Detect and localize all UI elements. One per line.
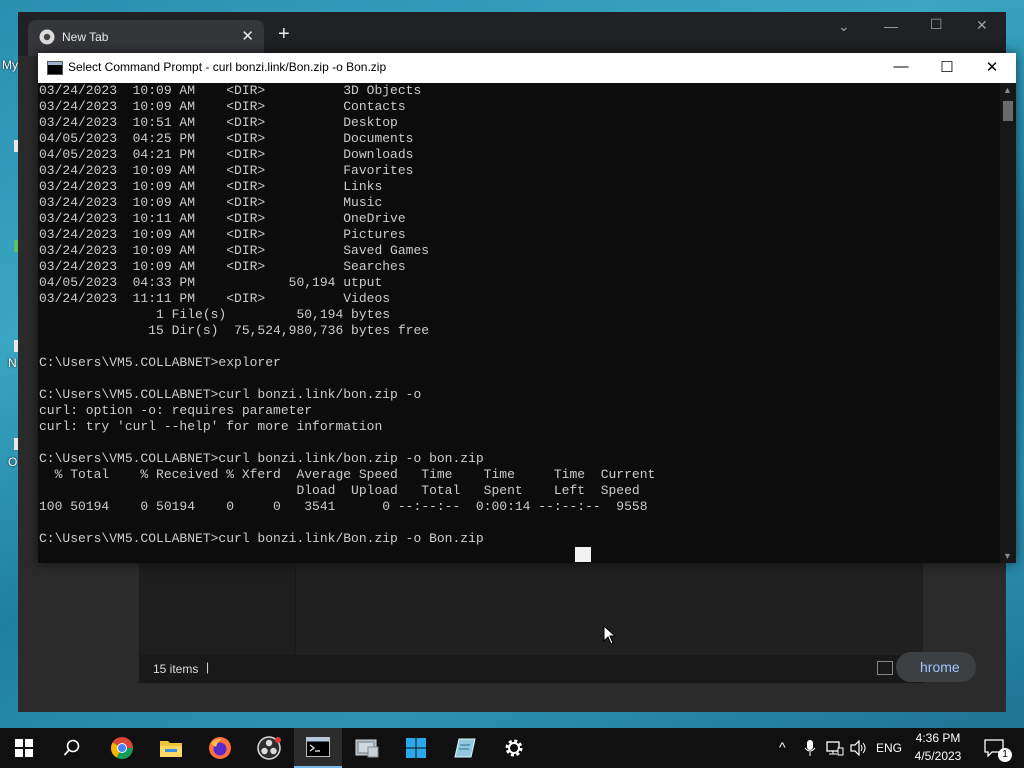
tab-search-icon[interactable]: ⌄ bbox=[838, 18, 850, 35]
console-line: 03/24/2023 11:11 PM <DIR> Videos bbox=[39, 291, 391, 306]
selection-cursor-block bbox=[575, 547, 591, 562]
taskbar-app[interactable] bbox=[343, 728, 391, 768]
console-line: Dload Upload Total Spent Left Speed bbox=[39, 483, 640, 498]
console-line: 03/24/2023 10:11 AM <DIR> OneDrive bbox=[39, 211, 406, 226]
console-line: 03/24/2023 10:09 AM <DIR> Music bbox=[39, 195, 383, 210]
console-line: 03/24/2023 10:09 AM <DIR> Links bbox=[39, 179, 383, 194]
settings-icon bbox=[505, 739, 523, 757]
cmd-maximize-button[interactable]: ☐ bbox=[932, 58, 962, 76]
console-line: C:\Users\VM5.COLLABNET>curl bonzi.link/b… bbox=[39, 451, 484, 466]
console-line: 04/05/2023 04:25 PM <DIR> Documents bbox=[39, 131, 414, 146]
cmd-title-bar[interactable]: Select Command Prompt - curl bonzi.link/… bbox=[38, 53, 1016, 83]
obs-icon bbox=[257, 736, 281, 760]
console-line: 04/05/2023 04:21 PM <DIR> Downloads bbox=[39, 147, 414, 162]
windows-logo-icon bbox=[15, 739, 33, 757]
network-icon[interactable] bbox=[826, 739, 844, 757]
console-line: 03/24/2023 10:09 AM <DIR> Contacts bbox=[39, 99, 406, 114]
desktop-icon-label-my[interactable]: My bbox=[2, 58, 18, 72]
status-separator: | bbox=[206, 660, 210, 674]
search-button[interactable] bbox=[48, 728, 96, 768]
new-tab-button[interactable]: + bbox=[278, 24, 290, 44]
firefox-icon bbox=[209, 737, 231, 759]
microphone-icon[interactable] bbox=[804, 739, 816, 757]
show-hidden-icons-button[interactable]: ^ bbox=[779, 739, 786, 755]
console-line: % Total % Received % Xferd Average Speed… bbox=[39, 467, 656, 482]
volume-icon[interactable] bbox=[850, 740, 868, 756]
vertical-scrollbar[interactable]: ▲ ▼ bbox=[1000, 83, 1016, 563]
cmd-icon bbox=[306, 737, 330, 757]
chrome-pill-label: hrome bbox=[920, 659, 960, 675]
chrome-profile-pill[interactable]: hrome bbox=[896, 652, 976, 682]
scrollbar-thumb[interactable] bbox=[1003, 101, 1013, 121]
search-icon bbox=[63, 739, 80, 756]
cmd-close-button[interactable]: ✕ bbox=[977, 58, 1007, 76]
console-line: C:\Users\VM5.COLLABNET>explorer bbox=[39, 355, 281, 370]
console-output[interactable]: 03/24/2023 10:09 AM <DIR> 3D Objects 03/2… bbox=[39, 83, 999, 561]
item-count: 15 items bbox=[153, 662, 199, 676]
cmd-minimize-button[interactable]: — bbox=[886, 58, 916, 75]
console-line: 100 50194 0 50194 0 0 3541 0 --:--:-- 0:… bbox=[39, 499, 648, 514]
console-line: 1 File(s) 50,194 bytes bbox=[39, 307, 391, 322]
console-line: 15 Dir(s) 75,524,980,736 bytes free bbox=[39, 323, 430, 338]
chrome-tab-title: New Tab bbox=[62, 30, 109, 44]
desktop-icon-label-n[interactable]: N bbox=[8, 356, 17, 370]
console-line: 03/24/2023 10:09 AM <DIR> 3D Objects bbox=[39, 83, 422, 98]
input-language-indicator[interactable]: ENG bbox=[876, 741, 902, 755]
console-line: 03/24/2023 10:09 AM <DIR> Saved Games bbox=[39, 243, 430, 258]
start-button[interactable] bbox=[0, 728, 48, 768]
desktop-icon-label-o[interactable]: O bbox=[8, 455, 17, 469]
taskbar-obs[interactable] bbox=[245, 728, 293, 768]
taskbar-firefox[interactable] bbox=[196, 728, 244, 768]
chrome-icon bbox=[111, 737, 133, 759]
taskbar-file-explorer[interactable] bbox=[147, 728, 195, 768]
minimize-button[interactable]: — bbox=[884, 18, 898, 34]
chrome-tab-new-tab[interactable]: New Tab ✕ bbox=[28, 20, 264, 56]
close-button[interactable]: ✕ bbox=[976, 17, 988, 34]
console-line: 03/24/2023 10:09 AM <DIR> Favorites bbox=[39, 163, 414, 178]
command-prompt-window[interactable]: Select Command Prompt - curl bonzi.link/… bbox=[38, 53, 1016, 563]
details-view-icon[interactable] bbox=[877, 661, 893, 675]
console-line: 04/05/2023 04:33 PM 50,194 utput bbox=[39, 275, 383, 290]
taskbar-notepad[interactable] bbox=[441, 728, 489, 768]
notepad-icon bbox=[454, 738, 476, 758]
console-line: 03/24/2023 10:09 AM <DIR> Searches bbox=[39, 259, 406, 274]
console-line: C:\Users\VM5.COLLABNET>curl bonzi.link/b… bbox=[39, 387, 422, 402]
console-line: 03/24/2023 10:51 AM <DIR> Desktop bbox=[39, 115, 398, 130]
notification-badge: 1 bbox=[998, 748, 1012, 762]
taskbar-command-prompt[interactable] bbox=[294, 728, 342, 768]
console-line: 03/24/2023 10:09 AM <DIR> Pictures bbox=[39, 227, 406, 242]
scroll-down-icon[interactable]: ▼ bbox=[1003, 551, 1012, 561]
taskbar-settings[interactable] bbox=[490, 728, 538, 768]
close-tab-icon[interactable]: ✕ bbox=[241, 27, 254, 45]
scroll-up-icon[interactable]: ▲ bbox=[1003, 85, 1012, 95]
clock-date: 4/5/2023 bbox=[914, 749, 962, 763]
chrome-tab-strip: New Tab ✕ + ⌄ — ☐ ✕ bbox=[18, 12, 1006, 56]
mouse-pointer-icon bbox=[603, 625, 617, 645]
windows-store-icon bbox=[406, 738, 426, 758]
taskbar-windows-store[interactable] bbox=[392, 728, 440, 768]
console-line: C:\Users\VM5.COLLABNET>curl bonzi.link/B… bbox=[39, 531, 484, 546]
maximize-button[interactable]: ☐ bbox=[930, 16, 943, 33]
console-line: curl: option -o: requires parameter bbox=[39, 403, 313, 418]
status-bar: 15 items | bbox=[139, 655, 923, 683]
file-explorer-icon bbox=[160, 741, 182, 757]
cmd-icon bbox=[47, 61, 63, 75]
navigation-pane[interactable] bbox=[139, 551, 295, 655]
cmd-window-title: Select Command Prompt - curl bonzi.link/… bbox=[68, 60, 387, 74]
clock-time: 4:36 PM bbox=[915, 731, 961, 745]
taskbar-chrome[interactable] bbox=[98, 728, 146, 768]
app-icon bbox=[355, 739, 379, 758]
chrome-favicon-icon bbox=[39, 29, 55, 45]
console-line: curl: try 'curl --help' for more informa… bbox=[39, 419, 383, 434]
taskbar: ^ ENG 1 bbox=[0, 728, 1024, 768]
file-explorer-window: 15 items | bbox=[138, 550, 924, 684]
